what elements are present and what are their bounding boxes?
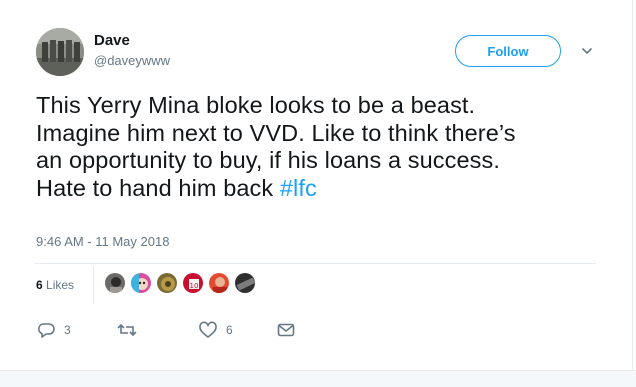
liker-avatar[interactable] [104,272,126,294]
reply-button[interactable]: 3 [36,320,71,340]
retweet-icon [117,323,137,337]
page-footer-strip [0,370,636,387]
retweet-button[interactable] [116,320,146,340]
divider [34,263,596,264]
liker-avatar[interactable] [234,272,256,294]
chevron-down-icon[interactable] [580,44,594,58]
like-count: 6 [226,323,233,337]
hashtag-link[interactable]: #lfc [280,175,317,201]
tweet-text: This Yerry Mina bloke looks to be a beas… [36,92,616,202]
reply-count: 3 [64,323,71,337]
liker-avatars: 10 [104,272,260,298]
reply-icon [38,323,55,338]
profile-photo [36,28,84,76]
author-handle[interactable]: @daveywww [94,53,170,68]
author-avatar[interactable] [36,28,84,76]
divider [93,266,94,304]
like-button[interactable]: 6 [198,320,233,340]
author-name[interactable]: Dave [94,32,130,49]
liker-avatar[interactable] [156,272,178,294]
likes-count[interactable]: 6 Likes [36,278,74,292]
tweet-line: This Yerry Mina bloke looks to be a beas… [36,92,476,118]
svg-text:10: 10 [190,282,199,290]
tweet-timestamp[interactable]: 9:46 AM - 11 May 2018 [36,234,169,249]
tweet-line: Hate to hand him back #lfc [36,175,616,203]
message-icon [277,323,295,337]
liker-avatar[interactable] [130,272,152,294]
likes-label: Likes [46,278,75,292]
like-icon [199,321,217,338]
liker-avatar[interactable] [208,272,230,294]
follow-button[interactable]: Follow [455,35,561,67]
message-button[interactable] [276,320,296,340]
likes-number: 6 [36,278,43,292]
tweet-card: Dave @daveywww Follow This Yerry Mina bl… [0,0,633,370]
liker-avatar[interactable]: 10 [182,272,204,294]
tweet-line: Imagine him next to VVD. Like to think t… [36,119,516,146]
tweet-line: an opportunity to buy, if his loans a su… [36,147,500,173]
tweet-line-text: Hate to hand him back [36,174,280,201]
